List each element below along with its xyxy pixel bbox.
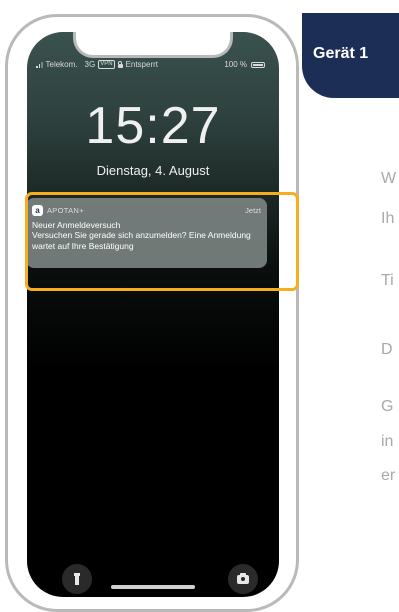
lock-status: Entsperrt [125, 60, 158, 69]
side-text-line-3: Ti [381, 272, 394, 289]
lock-date: Dienstag, 4. August [96, 163, 210, 178]
device-label: Gerät 1 [302, 13, 399, 98]
battery-icon [251, 61, 265, 68]
network-type: 3G [84, 60, 96, 69]
lock-icon [117, 60, 123, 68]
carrier-name: Telekom. [45, 60, 78, 69]
battery-percent: 100 % [224, 60, 247, 69]
notification-highlight [25, 192, 299, 291]
side-text-line-7: er [381, 467, 396, 484]
side-text-line-5: G [381, 398, 394, 415]
status-bar-right: 100 % [224, 60, 265, 69]
camera-icon [237, 572, 249, 584]
signal-icon [36, 61, 43, 68]
side-text-line-2: Ih [381, 210, 395, 227]
lock-screen: Telekom. 3G VPN Entsperrt 100 % 15:27 Di… [27, 32, 279, 597]
status-bar: Telekom. 3G VPN Entsperrt 100 % [27, 58, 279, 72]
notch [73, 32, 233, 58]
lock-clock: 15:27 [85, 97, 221, 155]
flashlight-button[interactable] [62, 564, 92, 594]
home-indicator[interactable] [111, 585, 195, 589]
side-text-line-6: in [381, 433, 394, 450]
side-text-line-4: D [381, 341, 393, 358]
status-bar-left: Telekom. 3G VPN Entsperrt [36, 60, 158, 69]
side-text-line-1: W [381, 170, 397, 187]
camera-button[interactable] [228, 564, 258, 594]
vpn-icon: VPN [98, 60, 115, 69]
flashlight-icon [74, 572, 80, 585]
